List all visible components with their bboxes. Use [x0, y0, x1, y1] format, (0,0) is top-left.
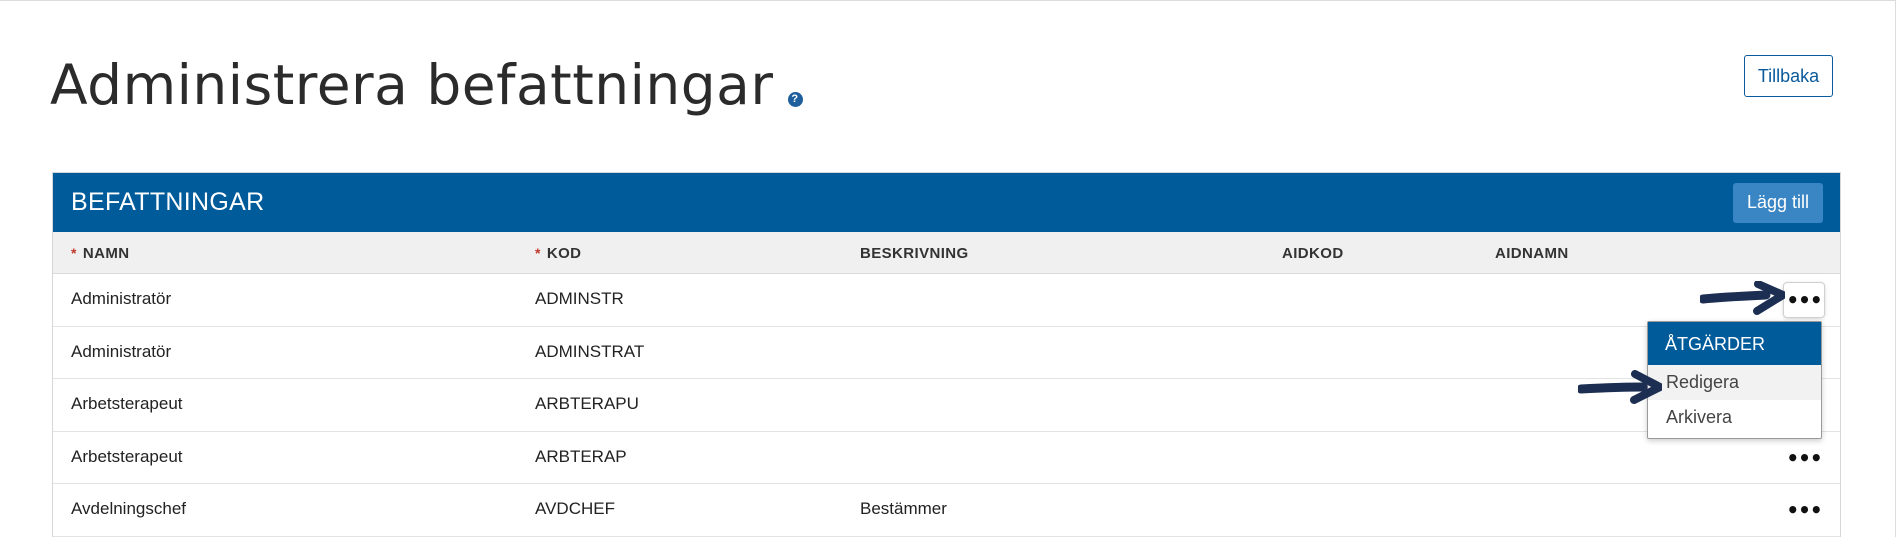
panel-title: BEFATTNINGAR [71, 188, 265, 216]
row-actions-button[interactable]: ••• [1784, 283, 1824, 317]
required-marker: * [535, 245, 541, 261]
column-header-namn[interactable]: * NAMN [71, 245, 129, 262]
question-circle-icon[interactable]: ? [787, 92, 803, 107]
menu-item-edit[interactable]: Redigera [1648, 365, 1821, 400]
arrow-right-icon [1700, 281, 1785, 315]
cell-kod: ADMINSTRAT [535, 341, 645, 361]
cell-namn: Arbetsterapeut [71, 394, 183, 413]
cell-namn: Administratör [71, 289, 172, 308]
panel-header: BEFATTNINGAR Lägg till [53, 173, 1840, 232]
page: Administrera befattningar ? Tillbaka BEF… [0, 0, 1896, 537]
column-header-aidnamn[interactable]: AIDNAMN [1495, 245, 1569, 262]
cell-namn: Administratör [71, 341, 172, 361]
required-marker: * [71, 245, 77, 261]
arrow-right-icon [1578, 370, 1662, 404]
cell-kod: ARBTERAP [535, 446, 627, 466]
table-row: Arbetsterapeut ARBTERAPU [53, 379, 1840, 432]
column-header-beskrivning[interactable]: BESKRIVNING [860, 245, 969, 262]
table-row: Arbetsterapeut ARBTERAP ••• [53, 432, 1840, 484]
cell-beskrivning: Bestämmer [860, 499, 947, 518]
column-header-kod[interactable]: * KOD [535, 245, 581, 262]
positions-panel: BEFATTNINGAR Lägg till * NAMN * KOD BESKRI… [52, 172, 1841, 537]
row-actions-button[interactable]: ••• [1784, 493, 1824, 527]
row-actions-button[interactable]: ••• [1784, 441, 1824, 475]
actions-dropdown: ÅTGÄRDER Redigera Arkivera [1647, 321, 1822, 439]
cell-kod: ARBTERAPU [535, 394, 639, 413]
table-header: * NAMN * KOD BESKRIVNING AIDKOD AIDNAMN [53, 232, 1840, 274]
cell-namn: Avdelningschef [71, 499, 186, 518]
add-button[interactable]: Lägg till [1732, 182, 1823, 223]
table-row: Avdelningschef AVDCHEF Bestämmer ••• [53, 484, 1840, 537]
menu-item-archive[interactable]: Arkivera [1648, 400, 1821, 435]
back-button[interactable]: Tillbaka [1744, 55, 1833, 97]
column-header-aidkod[interactable]: AIDKOD [1282, 245, 1344, 262]
actions-dropdown-header: ÅTGÄRDER [1648, 322, 1821, 365]
page-title-text: Administrera befattningar [50, 53, 774, 117]
cell-kod: AVDCHEF [535, 499, 615, 518]
table-row: Administratör ADMINSTR ••• [53, 274, 1840, 327]
cell-namn: Arbetsterapeut [71, 446, 183, 466]
table-row: Administratör ADMINSTRAT [53, 327, 1840, 379]
page-title: Administrera befattningar ? [50, 53, 803, 117]
cell-kod: ADMINSTR [535, 289, 624, 308]
